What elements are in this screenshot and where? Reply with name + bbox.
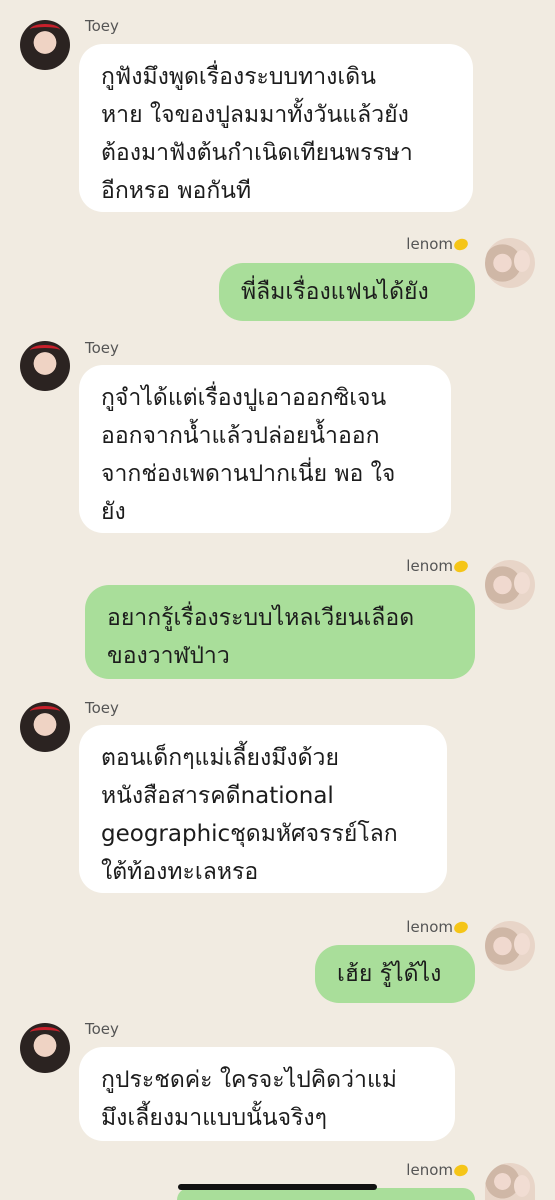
toey-avatar[interactable] xyxy=(20,20,70,70)
lemon-emoji-icon xyxy=(452,558,470,575)
toey-avatar[interactable] xyxy=(20,341,70,391)
sender-name: Toey xyxy=(85,339,119,357)
incoming-message-bubble[interactable]: กูฟังมึงพูดเรื่องระบบทางเดิน หาย ใจของปู… xyxy=(79,44,473,212)
message-text: เฮ้ย รู้ได้ไง xyxy=(337,961,442,987)
message-text: มึงเลี้ยงมาแบบนั้นจริงๆ xyxy=(101,1105,328,1131)
sender-name: lenom xyxy=(406,918,470,936)
home-indicator[interactable] xyxy=(178,1184,377,1190)
message-text: geographicชุดมหัศจรรย์โลก xyxy=(101,821,398,847)
outgoing-message-bubble[interactable]: พี่ลืมเรื่องแฟนได้ยัง xyxy=(219,263,475,321)
lemon-emoji-icon xyxy=(452,1162,470,1179)
message-text: อีกหรอ พอกันที xyxy=(101,178,252,204)
message-text: หาย ใจของปูลมมาทั้งวันแล้วยัง xyxy=(101,102,409,128)
sender-name: lenom xyxy=(406,235,470,253)
message-text: จากช่องเพดานปากเนี่ย พอ ใจ xyxy=(101,461,396,487)
message-text: ตอนเด็กๆแม่เลี้ยงมึงด้วย xyxy=(101,745,339,771)
incoming-message-bubble[interactable]: กูจำได้แต่เรื่องปูเอาออกซิเจน ออกจากน้ำแ… xyxy=(79,365,451,533)
message-text: กูฟังมึงพูดเรื่องระบบทางเดิน xyxy=(101,64,376,90)
message-text: พี่ลืมเรื่องแฟนได้ยัง xyxy=(241,279,429,305)
lenom-avatar[interactable] xyxy=(485,921,535,971)
message-text: ต้องมาฟังต้นกำเนิดเทียนพรรษา xyxy=(101,140,413,166)
message-text: หนังสือสารคดีnational xyxy=(101,783,334,809)
message-text: กูจำได้แต่เรื่องปูเอาออกซิเจน xyxy=(101,385,387,411)
message-text: อยากรู้เรื่องระบบไหลเวียนเลือด xyxy=(107,605,415,631)
message-text: ออกจากน้ำแล้วปล่อยน้ำออก xyxy=(101,423,380,449)
outgoing-message-bubble[interactable]: อยากรู้เรื่องระบบไหลเวียนเลือด ของวาฬป่า… xyxy=(85,585,475,679)
toey-avatar[interactable] xyxy=(20,702,70,752)
outgoing-message-bubble[interactable]: เฮ้ย รู้ได้ไง xyxy=(315,945,475,1003)
toey-avatar[interactable] xyxy=(20,1023,70,1073)
lemon-emoji-icon xyxy=(452,236,470,253)
incoming-message-bubble[interactable]: ตอนเด็กๆแม่เลี้ยงมึงด้วย หนังสือสารคดีna… xyxy=(79,725,447,893)
sender-name: Toey xyxy=(85,699,119,717)
message-text: ของวาฬป่าว xyxy=(107,643,230,669)
message-text: ใต้ท้องทะเลหรอ xyxy=(101,859,259,885)
lenom-avatar[interactable] xyxy=(485,560,535,610)
lemon-emoji-icon xyxy=(452,919,470,936)
sender-name: Toey xyxy=(85,17,119,35)
lenom-avatar[interactable] xyxy=(485,238,535,288)
sender-name: Toey xyxy=(85,1020,119,1038)
sender-name: lenom xyxy=(406,1161,470,1179)
message-text: กูประชดค่ะ ใครจะไปคิดว่าแม่ xyxy=(101,1067,397,1093)
lenom-avatar[interactable] xyxy=(485,1163,535,1200)
incoming-message-bubble[interactable]: กูประชดค่ะ ใครจะไปคิดว่าแม่ มึงเลี้ยงมาแ… xyxy=(79,1047,455,1141)
sender-name: lenom xyxy=(406,557,470,575)
message-text: ยัง xyxy=(101,499,126,525)
